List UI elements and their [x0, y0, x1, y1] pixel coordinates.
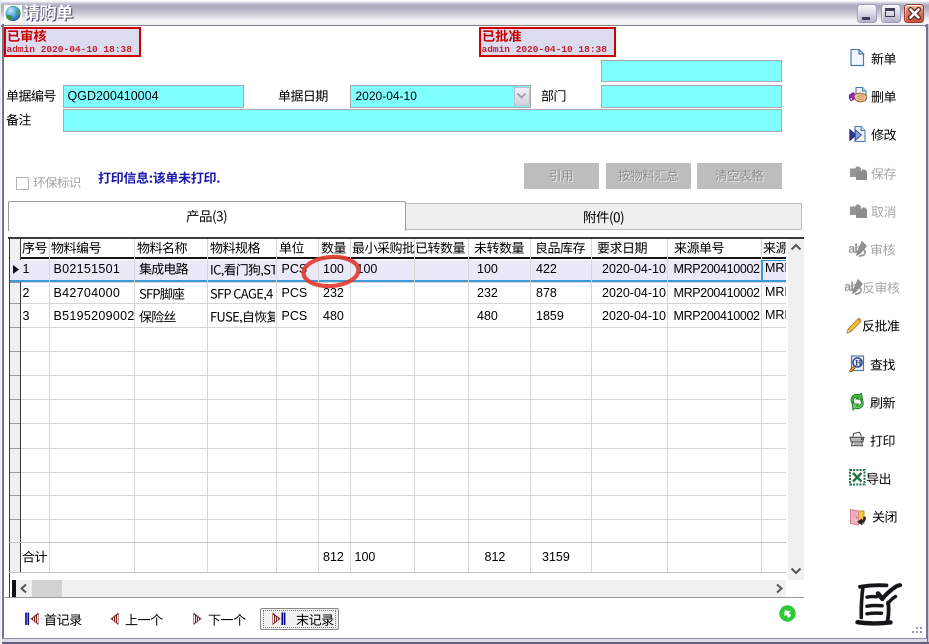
svg-text:H: H — [855, 358, 862, 367]
